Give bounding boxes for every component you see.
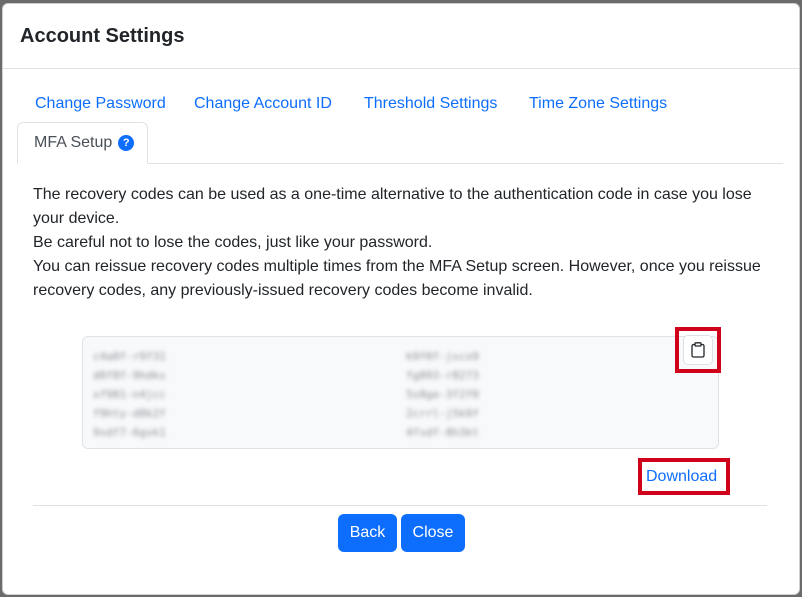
recovery-code: xf981-n4jcc <box>93 388 166 401</box>
recovery-code: fg893-r8273 <box>406 369 479 382</box>
recovery-code: c4a0f-r9f31 <box>93 350 166 363</box>
description-line-2: Be careful not to lose the codes, just l… <box>33 234 433 251</box>
description-line-3: You can reissue recovery codes multiple … <box>33 258 761 299</box>
recovery-codes-right-column: k9f0f-jscx9 fg893-r8273 5s8ge-3f2f0 2crr… <box>406 347 479 442</box>
tab-threshold-settings[interactable]: Threshold Settings <box>364 93 497 115</box>
clipboard-icon <box>691 342 705 358</box>
description-line-1: The recovery codes can be used as a one-… <box>33 186 752 227</box>
recovery-code-description: The recovery codes can be used as a one-… <box>33 183 773 303</box>
recovery-codes-left-column: c4a0f-r9f31 d0f8f-9hdks xf981-n4jcc f9ht… <box>93 347 166 442</box>
recovery-code: k9f0f-jscx9 <box>406 350 479 363</box>
recovery-code: 5s8ge-3f2f0 <box>406 388 479 401</box>
recovery-code: 2crrl-j5k9f <box>406 407 479 420</box>
tab-change-password[interactable]: Change Password <box>35 93 166 115</box>
footer-divider <box>33 505 767 506</box>
recovery-code: d0f8f-9hdks <box>93 369 166 382</box>
modal-title: Account Settings <box>20 24 185 47</box>
tab-mfa-setup-label: MFA Setup <box>34 134 113 151</box>
settings-tabs: Change Password Change Account ID Thresh… <box>17 84 783 164</box>
recovery-code: 9sdf7-6gvk1 <box>93 426 166 439</box>
close-button[interactable]: Close <box>401 514 465 552</box>
back-button[interactable]: Back <box>338 514 397 552</box>
recovery-code: 4fsdf-8h3kt <box>406 426 479 439</box>
tab-time-zone-settings[interactable]: Time Zone Settings <box>529 93 667 115</box>
tab-change-account-id[interactable]: Change Account ID <box>194 93 332 115</box>
recovery-codes-box: c4a0f-r9f31 d0f8f-9hdks xf981-n4jcc f9ht… <box>82 336 719 449</box>
tab-mfa-setup[interactable]: MFA Setup ? <box>17 122 148 164</box>
download-link[interactable]: Download <box>646 466 717 488</box>
help-icon[interactable]: ? <box>118 135 135 151</box>
recovery-code: f9hty-d8k2f <box>93 407 166 420</box>
copy-codes-button[interactable] <box>683 335 713 365</box>
modal-header: Account Settings <box>3 4 799 69</box>
